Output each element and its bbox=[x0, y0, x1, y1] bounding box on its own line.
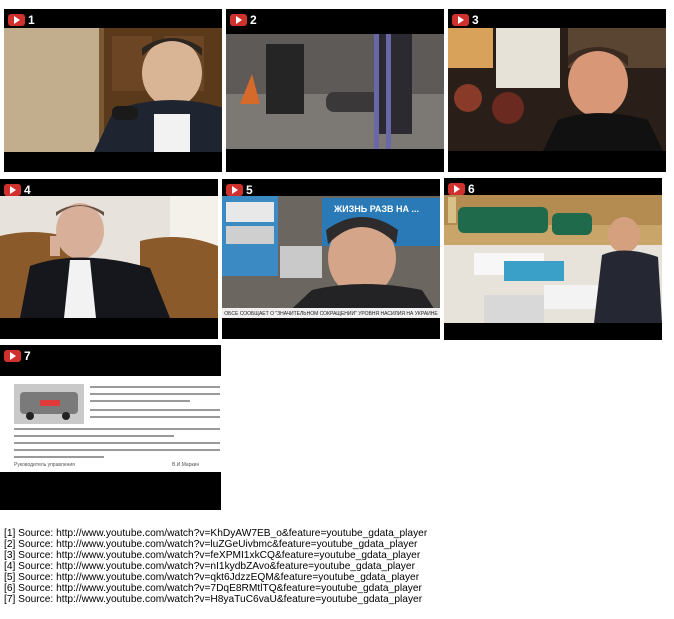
source-link-6[interactable]: [6] Source: http://www.youtube.com/watch… bbox=[4, 583, 427, 594]
doc-name: В.И.Маркин bbox=[172, 462, 200, 468]
play-badge: 5 bbox=[226, 183, 253, 196]
video-frame bbox=[4, 28, 222, 152]
video-thumbnail-5[interactable]: 5 ЖИЗНЬ РАЗВ НА ... ОБСЕ СООБЩАЕТ О "ЗНА… bbox=[222, 179, 440, 339]
video-frame bbox=[448, 28, 666, 151]
video-thumbnail-3[interactable]: 3 bbox=[448, 9, 666, 172]
play-badge: 7 bbox=[4, 349, 31, 362]
tv-banner-text: ЖИЗНЬ РАЗВ НА ... bbox=[333, 204, 419, 214]
video-thumbnail-1[interactable]: 1 bbox=[4, 9, 222, 172]
play-badge: 6 bbox=[448, 182, 475, 195]
source-link-5[interactable]: [5] Source: http://www.youtube.com/watch… bbox=[4, 572, 427, 583]
play-badge: 1 bbox=[8, 13, 35, 26]
video-frame: ЖИЗНЬ РАЗВ НА ... ОБСЕ СООБЩАЕТ О "ЗНАЧИ… bbox=[222, 196, 440, 318]
video-number: 5 bbox=[246, 182, 253, 197]
play-icon bbox=[226, 183, 243, 196]
video-frame bbox=[226, 34, 444, 149]
document-frame: Руководитель управления В.И.Маркин bbox=[0, 376, 221, 472]
source-link-1[interactable]: [1] Source: http://www.youtube.com/watch… bbox=[4, 528, 427, 539]
play-icon bbox=[448, 182, 465, 195]
play-icon bbox=[8, 13, 25, 26]
source-list: [1] Source: http://www.youtube.com/watch… bbox=[4, 528, 427, 605]
play-icon bbox=[4, 183, 21, 196]
source-link-2[interactable]: [2] Source: http://www.youtube.com/watch… bbox=[4, 539, 427, 550]
video-thumbnail-4[interactable]: 4 bbox=[0, 179, 218, 339]
play-icon bbox=[230, 13, 247, 26]
video-thumbnail-2[interactable]: 2 bbox=[226, 9, 444, 172]
tv-caption: ОБСЕ СООБЩАЕТ О "ЗНАЧИТЕЛЬНОМ СОКРАЩЕНИИ… bbox=[224, 311, 438, 317]
source-link-7[interactable]: [7] Source: http://www.youtube.com/watch… bbox=[4, 594, 427, 605]
video-number: 1 bbox=[28, 12, 35, 27]
source-link-3[interactable]: [3] Source: http://www.youtube.com/watch… bbox=[4, 550, 427, 561]
video-thumbnail-7[interactable]: 7 Руководитель управления В.И.Маркин bbox=[0, 345, 221, 510]
video-number: 3 bbox=[472, 12, 479, 27]
play-badge: 2 bbox=[230, 13, 257, 26]
play-badge: 3 bbox=[452, 13, 479, 26]
doc-signature: Руководитель управления bbox=[14, 462, 75, 468]
video-number: 6 bbox=[468, 181, 475, 196]
video-frame bbox=[0, 196, 218, 318]
play-badge: 4 bbox=[4, 183, 31, 196]
video-number: 2 bbox=[250, 12, 257, 27]
play-icon bbox=[452, 13, 469, 26]
play-icon bbox=[4, 349, 21, 362]
video-number: 4 bbox=[24, 182, 31, 197]
source-link-4[interactable]: [4] Source: http://www.youtube.com/watch… bbox=[4, 561, 427, 572]
video-number: 7 bbox=[24, 348, 31, 363]
video-frame bbox=[444, 195, 662, 323]
video-thumbnail-6[interactable]: 6 bbox=[444, 178, 662, 340]
